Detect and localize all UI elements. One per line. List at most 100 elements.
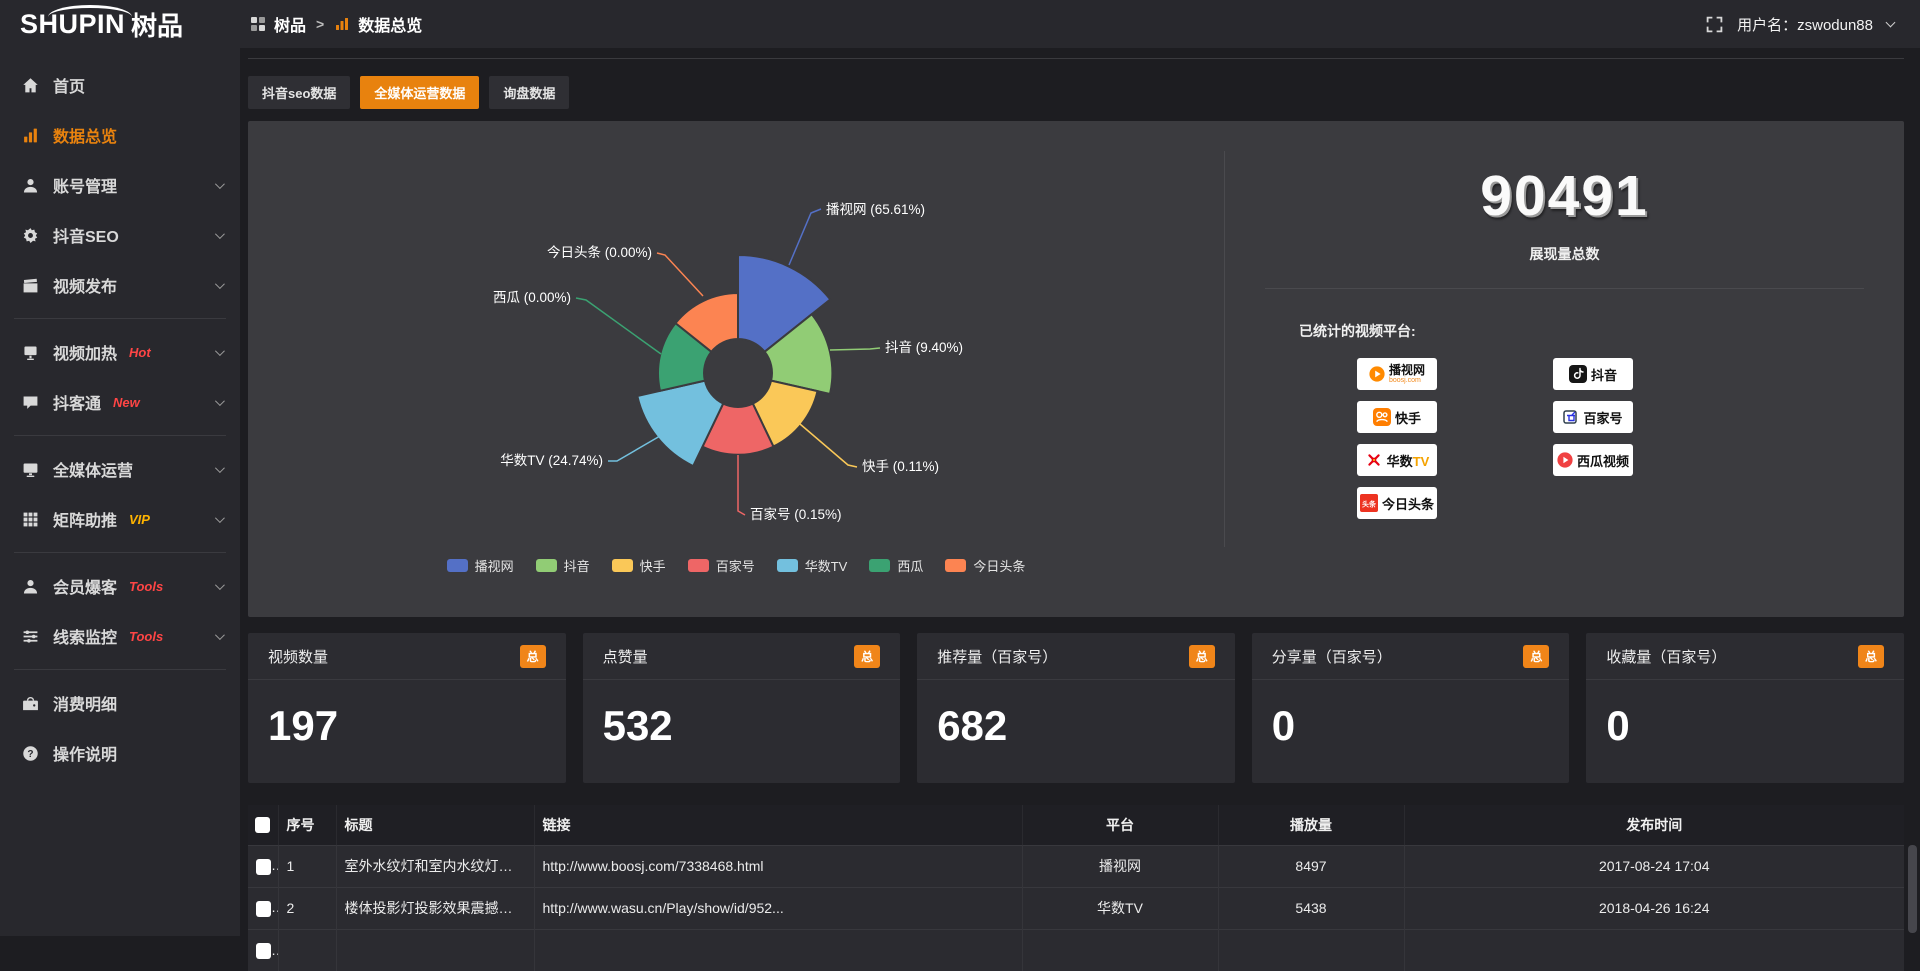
sidebar-item-clue-monitor[interactable]: 线索监控Tools: [0, 611, 240, 661]
chat-icon: [22, 394, 39, 411]
platform-badge-baijiahao: 百家号: [1553, 401, 1633, 433]
username[interactable]: 用户名：zswodun88: [1737, 14, 1873, 35]
clapper-icon: [22, 277, 39, 294]
legend-item-西瓜[interactable]: 西瓜: [869, 556, 923, 575]
menu-tag: Tools: [129, 579, 163, 594]
legend-label: 华数TV: [805, 556, 848, 575]
platform-badges: 播视网boosj.com抖音快手百家号华数TV西瓜视频头条今日头条: [1357, 358, 1864, 519]
table-row: [248, 929, 1904, 971]
cell-title[interactable]: 楼体投影灯投影效果震撼上市: [336, 887, 534, 929]
table-header-row: 序号标题链接平台播放量发布时间: [248, 805, 1904, 845]
platform-badge-boosj: 播视网boosj.com: [1357, 358, 1437, 390]
app-logo: SHUPIN 树品: [0, 0, 240, 48]
chart-icon: [22, 127, 39, 144]
column-header: 发布时间: [1404, 805, 1904, 845]
menu-tag: New: [113, 395, 140, 410]
sidebar-item-media-ops[interactable]: 全媒体运营: [0, 444, 240, 494]
row-checkbox[interactable]: [256, 901, 271, 917]
boosj-logo-icon: [1369, 366, 1385, 382]
cell-time: 2018-04-26 16:24: [1404, 887, 1904, 929]
pie-slice-华数TV[interactable]: [637, 381, 723, 467]
sidebar-item-label: 数据总览: [53, 123, 117, 147]
cell-platform: 华数TV: [1022, 887, 1218, 929]
svg-text:头条: 头条: [1362, 500, 1377, 509]
legend-item-播视网[interactable]: 播视网: [447, 556, 514, 575]
table-row: 1室外水纹灯和室内水纹灯的区别和简介http://www.boosj.com/7…: [248, 845, 1904, 887]
cell-views: 5438: [1218, 887, 1404, 929]
legend-label: 抖音: [564, 556, 590, 575]
pie-label-line: [800, 424, 857, 467]
grid-icon: [22, 511, 39, 528]
total-badge: 总: [1858, 645, 1884, 668]
sidebar-item-video-heat[interactable]: 视频加热Hot: [0, 327, 240, 377]
wasu-logo-icon: [1365, 451, 1383, 469]
total-badge: 总: [854, 645, 880, 668]
platform-badge-kuaishou: 快手: [1357, 401, 1437, 433]
breadcrumb-root[interactable]: 树品: [274, 12, 306, 36]
legend-item-华数TV[interactable]: 华数TV: [777, 556, 848, 575]
sidebar-menu: 首页数据总览账号管理抖音SEO视频发布视频加热Hot抖客通New 全媒体运营矩阵助…: [0, 60, 240, 778]
pie-label-line: [608, 436, 660, 461]
stat-card-share-count: 分享量（百家号）总0: [1252, 633, 1570, 783]
legend-item-快手[interactable]: 快手: [612, 556, 666, 575]
sidebar-item-home[interactable]: 首页: [0, 60, 240, 110]
tab-douyin-seo-data[interactable]: 抖音seo数据: [248, 76, 350, 109]
column-header: 标题: [336, 805, 534, 845]
sidebar-item-label: 消费明细: [53, 691, 117, 715]
column-header: 播放量: [1218, 805, 1404, 845]
sidebar-item-video-publish[interactable]: 视频发布: [0, 260, 240, 310]
sidebar-item-consume-detail[interactable]: 消费明细: [0, 678, 240, 728]
sidebar-item-member-bao[interactable]: 会员爆客 Tools: [0, 561, 240, 611]
scrollbar-thumb[interactable]: [1908, 845, 1917, 933]
sidebar-item-label: 会员爆客: [53, 574, 117, 598]
kuaishou-logo-icon: [1373, 408, 1391, 426]
sidebar-item-label: 全媒体运营: [53, 457, 133, 481]
sidebar-item-matrix-boost[interactable]: 矩阵助推VIP: [0, 494, 240, 544]
row-checkbox[interactable]: [256, 859, 271, 875]
sliders-icon: [22, 628, 39, 645]
chevron-down-icon[interactable]: [1886, 17, 1896, 27]
sidebar-item-douyin-seo[interactable]: 抖音SEO: [0, 210, 240, 260]
tab-inquiry-data[interactable]: 询盘数据: [489, 76, 569, 109]
cell-link[interactable]: http://www.wasu.cn/Play/show/id/952...: [534, 887, 1022, 929]
legend-item-抖音[interactable]: 抖音: [536, 556, 590, 575]
legend-item-今日头条[interactable]: 今日头条: [945, 556, 1025, 575]
bar-chart-icon: [334, 16, 350, 32]
column-header: 平台: [1022, 805, 1218, 845]
sidebar-divider: [14, 318, 226, 319]
chevron-down-icon: [215, 396, 225, 406]
douyin-logo-icon: [1569, 365, 1587, 383]
chevron-down-icon: [215, 179, 225, 189]
platform-name: 百家号: [1583, 408, 1622, 427]
cell-title[interactable]: 室外水纹灯和室内水纹灯的区别和简介: [336, 845, 534, 887]
stat-card-value: 0: [1586, 680, 1904, 750]
platform-name: 播视网: [1389, 364, 1425, 376]
legend-swatch: [536, 559, 557, 572]
sidebar-item-data-overview[interactable]: 数据总览: [0, 110, 240, 160]
stat-card-recommend-count: 推荐量（百家号）总682: [917, 633, 1235, 783]
pie-label-line: [657, 253, 703, 296]
select-all-checkbox[interactable]: [255, 817, 270, 833]
platform-name: 抖音: [1591, 365, 1617, 384]
cell-link[interactable]: [534, 929, 1022, 971]
cell-title[interactable]: [336, 929, 534, 971]
chart-legend: 播视网 抖音 快手 百家号 华数TV 西瓜 今日头条: [248, 556, 1224, 575]
tab-media-ops-data[interactable]: 全媒体运营数据: [360, 76, 479, 109]
cell-index: 2: [278, 887, 336, 929]
cell-platform: 播视网: [1022, 845, 1218, 887]
summary-divider: [1265, 288, 1864, 289]
legend-swatch: [869, 559, 890, 572]
sidebar-item-account-manage[interactable]: 账号管理: [0, 160, 240, 210]
cell-link[interactable]: http://www.boosj.com/7338468.html: [534, 845, 1022, 887]
platform-name: 快手: [1395, 408, 1421, 427]
fullscreen-icon[interactable]: [1706, 16, 1723, 33]
sidebar-item-help-doc[interactable]: ?操作说明: [0, 728, 240, 778]
row-checkbox[interactable]: [256, 943, 271, 959]
data-tabs: 抖音seo数据全媒体运营数据询盘数据: [248, 76, 1904, 109]
sidebar-item-douketong[interactable]: 抖客通New: [0, 377, 240, 427]
legend-label: 今日头条: [973, 556, 1025, 575]
help-icon: ?: [22, 745, 39, 762]
legend-item-百家号[interactable]: 百家号: [688, 556, 755, 575]
stat-card-label: 视频数量: [268, 646, 328, 667]
home-icon: [22, 77, 39, 94]
